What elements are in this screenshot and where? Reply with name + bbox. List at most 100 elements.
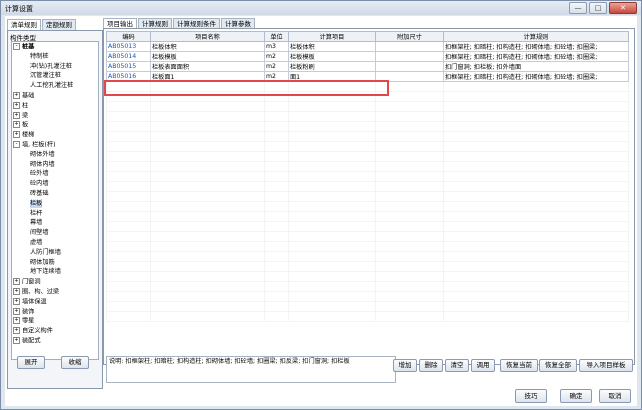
tree-item[interactable]: 特制桩 <box>30 53 49 61</box>
cell-unit[interactable]: m2 <box>264 51 289 62</box>
empty-cell <box>150 301 265 312</box>
empty-cell <box>288 301 376 312</box>
tree-category[interactable]: + 自定义构件 <box>13 327 53 335</box>
ok-button[interactable]: 确定 <box>560 389 592 403</box>
tree-item[interactable]: 地下连续墙 <box>30 268 61 276</box>
expand-button[interactable]: 展开 <box>17 356 45 369</box>
empty-cell <box>288 151 376 162</box>
cell-item-name[interactable]: 栏板体积 <box>150 41 265 52</box>
cell-code[interactable]: AB05015 <box>106 61 151 72</box>
tree-item[interactable]: 砼外墙 <box>30 170 49 178</box>
expand-icon[interactable]: + <box>13 307 20 315</box>
col-header-calc-item[interactable]: 计算项目 <box>288 31 376 42</box>
empty-cell <box>443 311 629 322</box>
col-header-calc-rule[interactable]: 计算规则 <box>443 31 629 42</box>
expand-icon[interactable]: + <box>13 297 20 305</box>
tree-item[interactable]: 砌体内墙 <box>30 161 55 169</box>
expand-icon[interactable]: + <box>13 92 20 99</box>
component-tree[interactable]: - 桩基特制桩 冲(钻)孔灌注桩 沉管灌注桩人工挖孔灌注桩 + 基础 + 柱 + 梁 + 板 + 楼梯 - 墙… <box>11 41 99 360</box>
collapse-icon[interactable]: - <box>13 141 20 148</box>
tree-category[interactable]: + 柱 <box>13 101 28 110</box>
cell-calc-rule[interactable]: 扣门窗洞; 扣栏板; 扣外墙面 <box>443 61 629 72</box>
delete-button[interactable]: 删除 <box>419 359 443 372</box>
cell-calc-rule[interactable]: 扣框架柱; 扣暗柱; 扣构造柱; 扣砌体墙; 扣砼墙; 扣圈梁; <box>443 51 629 62</box>
cell-code[interactable]: AB05013 <box>106 41 151 52</box>
expand-icon[interactable]: + <box>13 121 20 129</box>
tree-category[interactable]: + 楼梯 <box>13 131 34 139</box>
table-row[interactable]: AB05015 栏板表面面积 m2 栏板粉刷 扣门窗洞; 扣栏板; 扣外墙面 <box>106 61 629 72</box>
expand-icon[interactable]: + <box>13 131 20 139</box>
tips-button[interactable]: 技巧 <box>515 389 547 403</box>
tree-category[interactable]: - 墙, 栏板(杆) <box>13 141 56 149</box>
cell-extra-size[interactable] <box>375 61 444 72</box>
tree-category[interactable]: + 装配式 <box>13 337 41 345</box>
cell-unit[interactable]: m2 <box>264 61 289 72</box>
empty-cell <box>375 131 444 142</box>
expand-icon[interactable]: + <box>13 101 20 109</box>
tree-item[interactable]: 间壁墙 <box>30 229 49 237</box>
tree-category[interactable]: + 墙体保温 <box>13 297 47 306</box>
import-template-button[interactable]: 导入项目样板 <box>579 359 633 372</box>
col-header-unit[interactable]: 单位 <box>264 31 289 42</box>
empty-cell <box>150 161 265 172</box>
empty-cell <box>443 231 629 242</box>
tree-item[interactable]: 砌体外墙 <box>30 151 55 159</box>
tree-category[interactable]: + 装饰 <box>13 307 34 316</box>
tree-item-label: 冲(钻)孔灌注桩 <box>30 62 72 70</box>
cell-unit[interactable]: m3 <box>264 41 289 52</box>
cell-calc-item[interactable]: 栏板体积 <box>288 41 376 52</box>
cell-item-name[interactable]: 栏板模板 <box>150 51 265 62</box>
tree-item[interactable]: 幕墙 <box>30 219 42 227</box>
tree-item[interactable]: 冲(钻)孔灌注桩 <box>30 63 72 71</box>
invoke-button[interactable]: 调用 <box>471 359 495 372</box>
tree-item[interactable]: 人工挖孔灌注桩 <box>30 82 73 90</box>
tree-category[interactable]: + 零星 <box>13 317 34 325</box>
tree-category[interactable]: + 门窗洞 <box>13 278 41 286</box>
cell-calc-item[interactable]: 栏板模板 <box>288 51 376 62</box>
add-button[interactable]: 增加 <box>393 359 417 372</box>
expand-icon[interactable]: + <box>13 327 20 335</box>
tree-item[interactable]: 人防门框墙 <box>30 249 61 257</box>
close-button[interactable]: ✕ <box>609 2 637 14</box>
clear-button[interactable]: 清空 <box>445 359 469 372</box>
collapse-button[interactable]: 收缩 <box>61 356 89 369</box>
tree-item[interactable]: 栏杆 <box>30 210 42 218</box>
col-header-item-name[interactable]: 项目名称 <box>150 31 265 42</box>
tree-category[interactable]: + 板 <box>13 121 28 129</box>
empty-cell <box>106 281 151 292</box>
tree-category[interactable]: - 桩基 <box>13 43 34 51</box>
maximize-button[interactable]: □ <box>589 2 607 14</box>
expand-icon[interactable]: + <box>13 111 20 119</box>
expand-icon[interactable]: + <box>13 317 20 325</box>
expand-icon[interactable]: + <box>13 337 20 344</box>
cancel-button[interactable]: 取消 <box>599 389 631 403</box>
cell-calc-rule[interactable]: 扣框架柱; 扣暗柱; 扣构造柱; 扣砌体墙; 扣砼墙; 扣圈梁; <box>443 71 629 82</box>
minimize-button[interactable]: — <box>569 2 587 14</box>
cell-item-name[interactable]: 栏板表面面积 <box>150 61 265 72</box>
tree-item[interactable]: 栏板 <box>30 199 43 208</box>
table-row[interactable]: AB05013 栏板体积 m3 栏板体积 扣框架柱; 扣暗柱; 扣构造柱; 扣砌体墙; … <box>106 41 629 52</box>
cell-extra-size[interactable] <box>375 41 444 52</box>
tree-item[interactable]: 砌体加筋 <box>30 259 55 267</box>
tree-item[interactable]: 砼内墙 <box>30 180 49 188</box>
tree-item[interactable]: 虚墙 <box>30 239 42 247</box>
tree-item[interactable]: 砖基础 <box>30 190 49 198</box>
col-header-code[interactable]: 编码 <box>106 31 151 42</box>
tree-category[interactable]: + 基础 <box>13 92 34 100</box>
expand-icon[interactable]: + <box>13 288 20 295</box>
col-header-extra-size[interactable]: 附加尺寸 <box>375 31 444 42</box>
tree-item[interactable]: 沉管灌注桩 <box>30 72 61 80</box>
collapse-icon[interactable]: - <box>13 43 20 50</box>
cell-calc-item[interactable]: 栏板粉刷 <box>288 61 376 72</box>
tree-category[interactable]: + 梁 <box>13 111 28 120</box>
empty-cell <box>443 181 629 192</box>
table-row[interactable]: AB05014 栏板模板 m2 栏板模板 扣框架柱; 扣暗柱; 扣构造柱; 扣砌体墙; … <box>106 51 629 62</box>
restore-all-button[interactable]: 恢复全部 <box>539 359 577 372</box>
cell-code[interactable]: AB05014 <box>106 51 151 62</box>
expand-icon[interactable]: + <box>13 278 20 286</box>
cell-calc-rule[interactable]: 扣框架柱; 扣暗柱; 扣构造柱; 扣砌体墙; 扣砼墙; 扣圈梁; <box>443 41 629 52</box>
cell-extra-size[interactable] <box>375 51 444 62</box>
tree-category[interactable]: + 圈、构、过梁 <box>13 288 59 296</box>
restore-current-button[interactable]: 恢复当前 <box>500 359 538 372</box>
empty-cell <box>106 201 151 212</box>
